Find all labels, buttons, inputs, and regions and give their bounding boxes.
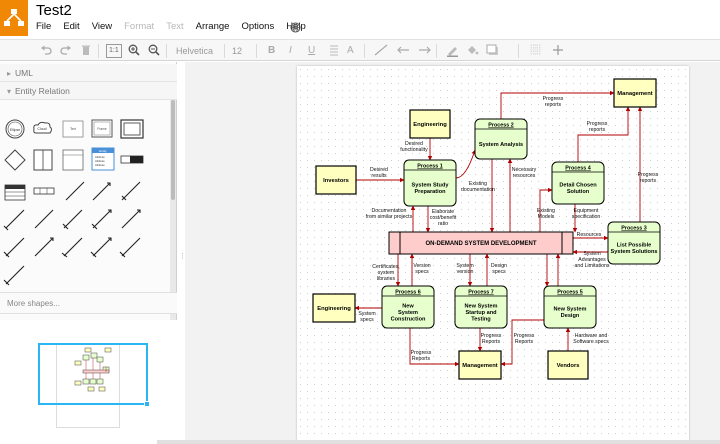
flow-label-desired-results: Desiredresults bbox=[370, 167, 388, 179]
flow-label-line: Resources bbox=[577, 232, 602, 238]
flow-label-line: documentation bbox=[461, 187, 495, 193]
flow-label-equipment-spec: Equipmentspecification bbox=[572, 208, 601, 220]
flow-label-line: Software specs bbox=[573, 339, 609, 345]
external-entity-label: Investors bbox=[323, 178, 349, 184]
data-flow-diagram: Progressreports Progressreports Progressre… bbox=[312, 78, 661, 380]
process-id: Process 2 bbox=[488, 123, 513, 129]
external-entity-engineering-left[interactable]: Engineering bbox=[312, 293, 356, 323]
external-entity-investors[interactable]: Investors bbox=[315, 165, 357, 195]
external-entity-engineering-top[interactable]: Engineering bbox=[409, 109, 451, 139]
process-id: Process 5 bbox=[557, 290, 582, 296]
process-name: New bbox=[402, 304, 414, 310]
flow-label-elaborate: Elaboratecost/benefitratio bbox=[430, 209, 457, 227]
process-id: Process 4 bbox=[565, 166, 590, 172]
flow-label-line: specs bbox=[360, 317, 374, 323]
flow-label-line: resources bbox=[513, 173, 536, 179]
process-id: Process 6 bbox=[395, 290, 420, 296]
flow-label-line: libraries bbox=[377, 276, 396, 282]
process-name: Design bbox=[561, 313, 580, 319]
flow-label-version-specs: Versionspecs bbox=[413, 263, 430, 275]
flow-label-line: specs bbox=[415, 269, 429, 275]
data-flow-arrow[interactable] bbox=[577, 106, 631, 162]
flow-label-progress-reports-p5: ProgressReports bbox=[514, 333, 535, 345]
external-entity-vendors[interactable]: Vendors bbox=[547, 350, 589, 380]
process-p4[interactable]: Process 4 Detail ChosenSolution bbox=[551, 161, 605, 205]
process-name: List Possible bbox=[617, 243, 652, 249]
flow-label-system-version: Systemversion bbox=[456, 263, 473, 275]
flow-label-system-specs: Systemspecs bbox=[358, 311, 375, 323]
process-name: System bbox=[398, 310, 418, 316]
flow-label-line: reports bbox=[545, 102, 562, 108]
external-entity-label: Management bbox=[617, 91, 653, 97]
process-p1[interactable]: Process 1 System StudyPreparation bbox=[403, 159, 457, 207]
process-name: System Study bbox=[412, 183, 450, 189]
flow-label-line: reports bbox=[640, 178, 657, 184]
process-id: Process 7 bbox=[468, 290, 493, 296]
flow-label-certificates: Certificates,systemlibraries bbox=[372, 264, 399, 282]
flow-label-progress-reports-p6: ProgressReports bbox=[411, 350, 432, 362]
system-bar[interactable]: ON-DEMAND SYSTEM DEVELOPMENT bbox=[388, 231, 574, 255]
flow-label-line: Models bbox=[538, 214, 555, 220]
flow-label-line: ratio bbox=[438, 221, 448, 227]
flow-label-progress-reports-p3: Progressreports bbox=[638, 172, 659, 184]
external-entity-label: Vendors bbox=[557, 363, 580, 369]
external-entity-label: Engineering bbox=[317, 306, 351, 312]
external-entity-management-top[interactable]: Management bbox=[613, 78, 657, 108]
process-name: Startup and bbox=[465, 310, 497, 316]
flow-label-line: from similar projects bbox=[366, 214, 413, 220]
process-name: Solution bbox=[567, 189, 590, 195]
process-name: System Solutions bbox=[611, 249, 658, 255]
flow-label-line: Reports bbox=[515, 339, 534, 345]
flow-label-line: functionality bbox=[400, 147, 428, 153]
flow-label-progress-reports-p4: Progressreports bbox=[587, 121, 608, 133]
process-id: Process 1 bbox=[417, 164, 442, 170]
external-entity-label: Management bbox=[462, 363, 498, 369]
flow-label-desired-functionality: Desiredfunctionality bbox=[400, 141, 428, 153]
flow-label-resources: Resources bbox=[577, 232, 602, 238]
app-window: Test2 File Edit View Format Text Arrange Optio… bbox=[0, 0, 720, 444]
flow-label-progress-reports-p7: ProgressReports bbox=[481, 333, 502, 345]
process-name: Construction bbox=[391, 316, 426, 322]
process-p3[interactable]: Process 3 List PossibleSystem Solutions bbox=[607, 221, 661, 265]
system-title: ON-DEMAND SYSTEM DEVELOPMENT bbox=[425, 241, 536, 247]
data-flow-arrow[interactable] bbox=[455, 149, 476, 179]
process-p5[interactable]: Process 5 New SystemDesign bbox=[543, 285, 597, 329]
process-p2[interactable]: Process 2 System Analysis bbox=[474, 118, 528, 160]
flow-label-line: version bbox=[457, 269, 474, 275]
flow-label-line: Reports bbox=[482, 339, 501, 345]
flow-label-line: results bbox=[371, 173, 387, 179]
external-entity-management-bottom[interactable]: Management bbox=[458, 350, 502, 380]
flow-label-hardware-specs: Hardware andSoftware specs bbox=[573, 333, 609, 345]
process-name: New System bbox=[465, 304, 498, 310]
flow-label-necessary-resources: Necessaryresources bbox=[512, 167, 537, 179]
process-p7[interactable]: Process 7 New SystemStartup andTesting bbox=[454, 285, 508, 329]
flow-label-line: specification bbox=[572, 214, 601, 220]
flow-label-documentation: Documentationfrom similar projects bbox=[366, 208, 413, 220]
process-name: System Analysis bbox=[479, 142, 523, 148]
flow-label-progress-reports-top: Progressreports bbox=[543, 96, 564, 108]
process-p6[interactable]: Process 6 NewSystemConstruction bbox=[381, 285, 435, 329]
process-name: Preparation bbox=[414, 189, 446, 195]
flow-label-existing-models: ExistingModels bbox=[537, 208, 555, 220]
process-name: Detail Chosen bbox=[559, 183, 597, 189]
flow-label-system-advantages: SystemAdvantagesand Limitations bbox=[575, 251, 610, 269]
flow-label-design-specs: Designspecs bbox=[491, 263, 507, 275]
external-entity-label: Engineering bbox=[413, 122, 447, 128]
process-name: New System bbox=[554, 307, 587, 313]
flow-label-line: specs bbox=[492, 269, 506, 275]
flow-label-line: Reports bbox=[412, 356, 431, 362]
flow-label-line: and Limitations bbox=[575, 263, 610, 269]
flow-label-line: reports bbox=[589, 127, 606, 133]
process-id: Process 3 bbox=[621, 226, 646, 232]
flow-label-existing-documentation: Existingdocumentation bbox=[461, 181, 495, 193]
process-name: Testing bbox=[471, 316, 491, 322]
